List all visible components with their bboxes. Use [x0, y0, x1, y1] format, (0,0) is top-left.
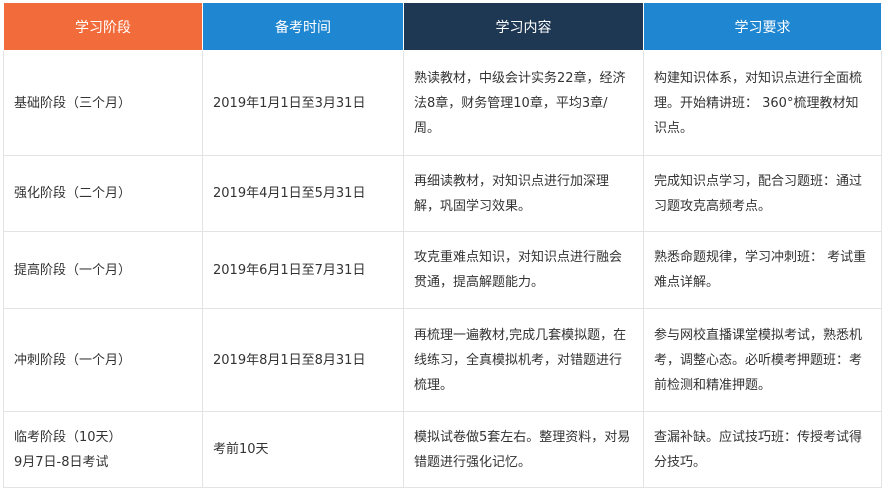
stage-exam-date: 9月7日-8日考试	[14, 454, 109, 470]
table-row: 冲刺阶段（一个月） 2019年8月1日至8月31日 再梳理一遍教材,完成几套模拟…	[3, 308, 882, 412]
stage-label: 基础阶段（三个月）	[14, 95, 132, 111]
cell-requirement: 构建知识体系，对知识点进行全面梳理。开始精讲班： 360°梳理教材知识点。	[643, 50, 882, 156]
cell-requirement: 参与网校直播课堂模拟考试，熟悉机考，调整心态。必听模考押题班：考前检测和精准押题…	[643, 308, 882, 412]
header-content: 学习内容	[403, 2, 644, 51]
header-stage: 学习阶段	[3, 2, 203, 51]
stage-label: 临考阶段（10天）	[14, 429, 122, 445]
study-plan-table-wrapper: 学习阶段 备考时间 学习内容 学习要求 基础阶段（三个月） 2019年1月1日至…	[3, 2, 882, 488]
cell-stage: 冲刺阶段（一个月）	[3, 308, 203, 412]
cell-time: 2019年6月1日至7月31日	[202, 231, 404, 309]
cell-time: 考前10天	[202, 411, 404, 488]
cell-stage: 基础阶段（三个月）	[3, 50, 203, 156]
stage-label: 冲刺阶段（一个月）	[14, 352, 132, 368]
table-row: 基础阶段（三个月） 2019年1月1日至3月31日 熟读教材，中级会计实务22章…	[3, 50, 882, 156]
cell-requirement: 查漏补缺。应试技巧班：传授考试得分技巧。	[643, 411, 882, 488]
stage-label: 强化阶段（二个月）	[14, 186, 132, 201]
cell-content: 再梳理一遍教材,完成几套模拟题，在线练习，全真模拟机考，对错题进行梳理。	[403, 308, 644, 412]
cell-stage: 提高阶段（一个月）	[3, 231, 203, 309]
cell-requirement: 熟悉命题规律，学习冲刺班： 考试重难点详解。	[643, 231, 882, 309]
stage-label: 提高阶段（一个月）	[14, 262, 132, 278]
cell-time: 2019年4月1日至5月31日	[202, 155, 404, 232]
cell-content: 模拟试卷做5套左右。整理资料，对易错题进行强化记忆。	[403, 411, 644, 488]
study-plan-table: 学习阶段 备考时间 学习内容 学习要求 基础阶段（三个月） 2019年1月1日至…	[3, 2, 882, 488]
header-requirement: 学习要求	[643, 2, 882, 51]
header-time: 备考时间	[202, 2, 404, 51]
cell-content: 再细读教材，对知识点进行加深理解，巩固学习效果。	[403, 155, 644, 232]
table-header-row: 学习阶段 备考时间 学习内容 学习要求	[3, 2, 882, 51]
table-row: 强化阶段（二个月） 2019年4月1日至5月31日 再细读教材，对知识点进行加深…	[3, 155, 882, 232]
cell-stage: 强化阶段（二个月）	[3, 155, 203, 232]
cell-stage: 临考阶段（10天） 9月7日-8日考试	[3, 411, 203, 488]
cell-content: 熟读教材，中级会计实务22章，经济法8章，财务管理10章，平均3章/周。	[403, 50, 644, 156]
table-row: 临考阶段（10天） 9月7日-8日考试 考前10天 模拟试卷做5套左右。整理资料…	[3, 411, 882, 488]
cell-time: 2019年1月1日至3月31日	[202, 50, 404, 156]
cell-content: 攻克重难点知识，对知识点进行融会贯通，提高解题能力。	[403, 231, 644, 309]
cell-requirement: 完成知识点学习，配合习题班：通过习题攻克高频考点。	[643, 155, 882, 232]
table-row: 提高阶段（一个月） 2019年6月1日至7月31日 攻克重难点知识，对知识点进行…	[3, 231, 882, 309]
cell-time: 2019年8月1日至8月31日	[202, 308, 404, 412]
